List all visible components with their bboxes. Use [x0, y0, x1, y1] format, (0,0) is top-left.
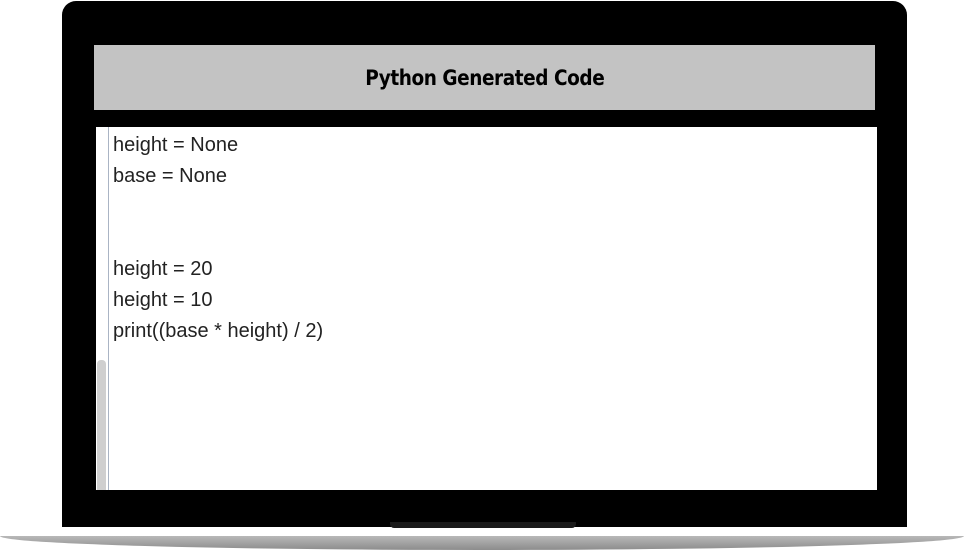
laptop-stage: Python Generated Code height = None base… [0, 0, 964, 550]
code-editor[interactable]: height = None base = None height = 20 he… [96, 127, 877, 490]
laptop-notch [390, 522, 576, 528]
code-line[interactable] [113, 223, 323, 254]
code-line[interactable]: print((base * height) / 2) [113, 316, 323, 347]
code-line[interactable]: height = None [113, 130, 323, 161]
scrollbar-thumb[interactable] [97, 360, 106, 490]
code-line[interactable]: height = 10 [113, 285, 323, 316]
laptop-base [0, 536, 964, 550]
code-line[interactable]: height = 20 [113, 254, 323, 285]
code-header: Python Generated Code [94, 45, 875, 110]
page-title: Python Generated Code [364, 65, 605, 90]
code-line[interactable] [113, 192, 323, 223]
editor-gutter-divider [108, 127, 109, 490]
code-lines: height = None base = None height = 20 he… [113, 130, 323, 347]
code-line[interactable]: base = None [113, 161, 323, 192]
